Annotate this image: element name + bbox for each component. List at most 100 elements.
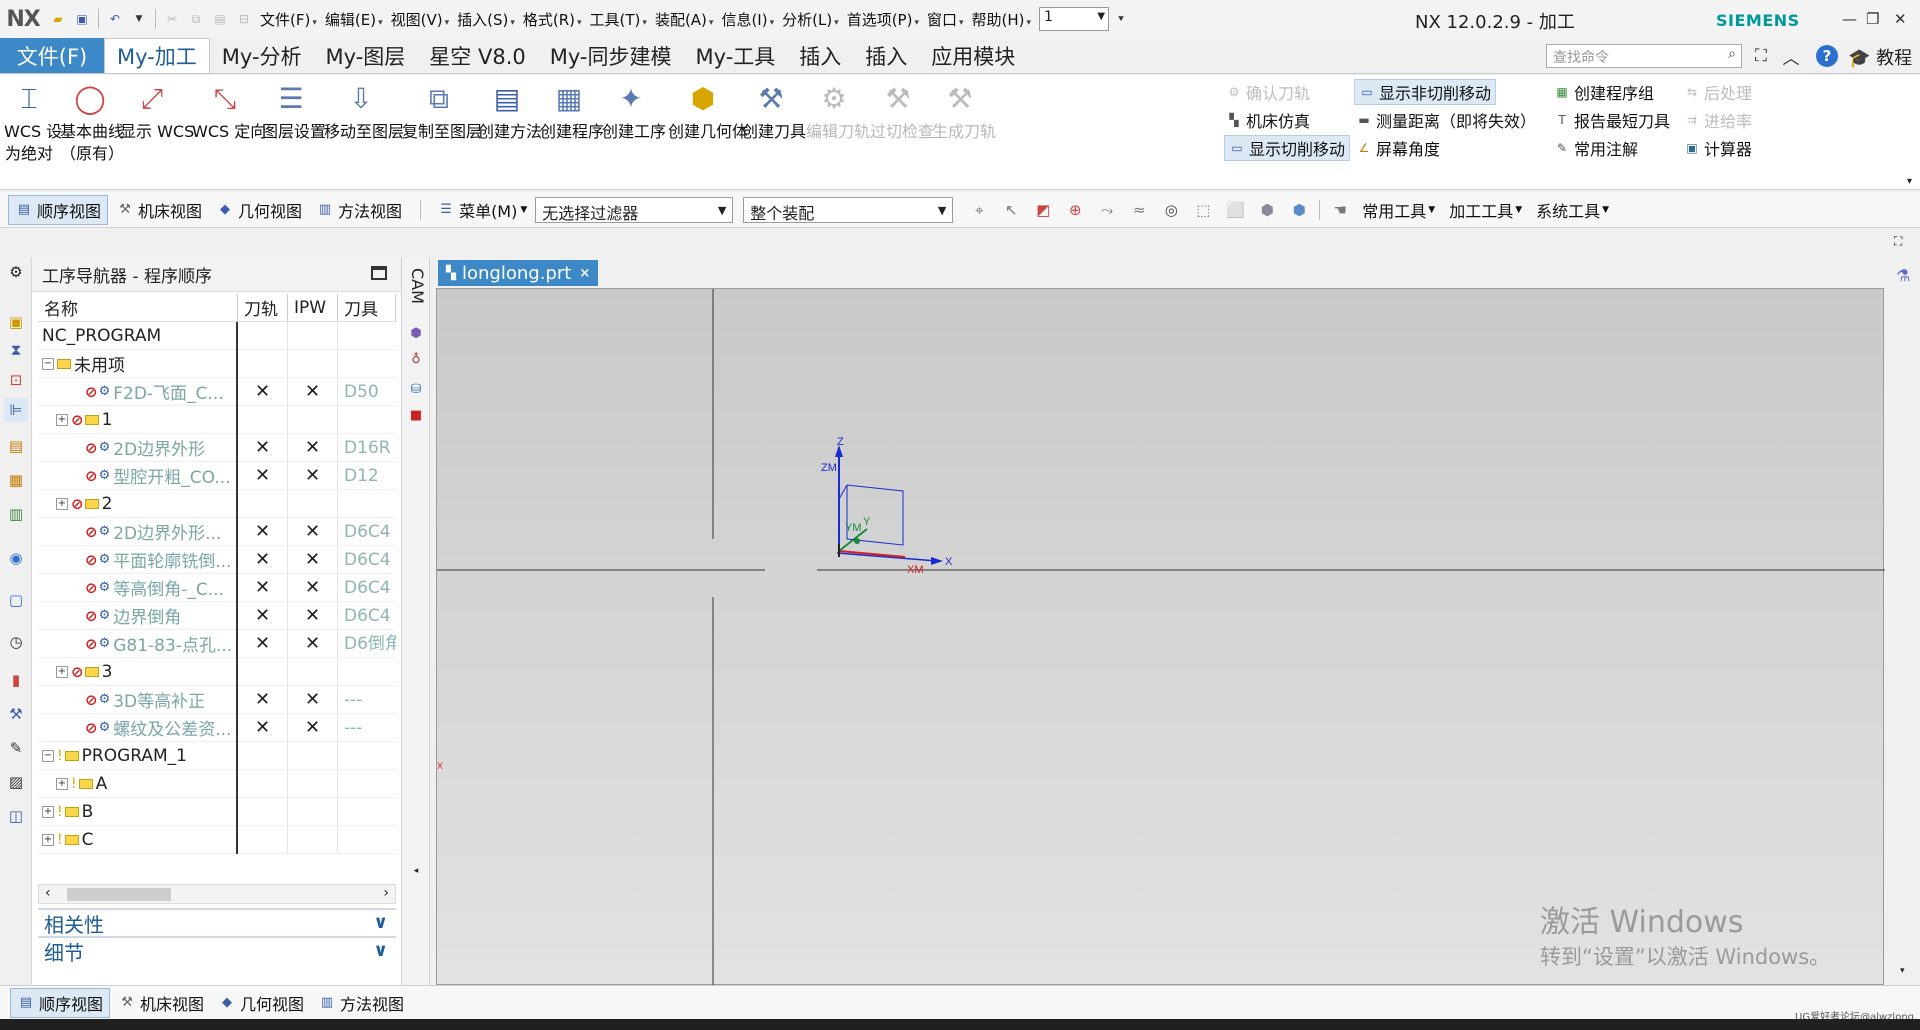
collapse-left-icon[interactable]: ◂	[407, 862, 425, 880]
cam-tool-icon[interactable]: ♁	[407, 350, 425, 368]
circle-icon[interactable]: ◎	[1160, 199, 1182, 221]
feature-select-icon[interactable]: ◩	[1032, 199, 1054, 221]
collapse-icon[interactable]: −	[42, 749, 54, 762]
ribbon-tab-7[interactable]: 插入	[787, 38, 853, 73]
ribbon-tab-9[interactable]: 应用模块	[919, 38, 1027, 73]
ribbon-button-0[interactable]: ⌶ WCS 设为绝对	[4, 79, 62, 165]
solid-icon[interactable]: ⬢	[1256, 199, 1278, 221]
system-tools-menu[interactable]: 系统工具 ▼	[1530, 196, 1615, 224]
tree-row[interactable]: ⊘ ⚙ 等高倒角-_C... ✕ ✕ D6C4	[38, 573, 396, 602]
method-view-button[interactable]: ▥ 方法视图	[310, 196, 408, 224]
command-search-input[interactable]: 查找命令 ⌕	[1546, 44, 1742, 68]
column-header-tool[interactable]: 刀具	[338, 294, 396, 321]
ribbon-button-6[interactable]: ⧉ 复制至图层	[402, 79, 482, 143]
curve-icon[interactable]: ⤳	[1096, 199, 1118, 221]
tree-row[interactable]: + ⊘ 2	[38, 489, 396, 518]
close-tab-icon[interactable]: ×	[579, 266, 590, 281]
expand-down-icon[interactable]: ▾	[1900, 966, 1905, 976]
tree-row[interactable]: NC_PROGRAM	[38, 321, 396, 350]
horizontal-scrollbar[interactable]: ‹ ›	[38, 884, 396, 904]
constraint-navigator-icon[interactable]: ⊡	[4, 368, 28, 392]
wave-icon[interactable]: ≈	[1128, 199, 1150, 221]
cam-method-icon[interactable]: ⛁	[407, 380, 425, 398]
expand-icon[interactable]: +	[56, 413, 68, 426]
collapse-icon[interactable]: −	[42, 357, 54, 370]
tree-row[interactable]: ⊘ ⚙ 边界倒角 ✕ ✕ D6C4	[38, 601, 396, 630]
ribbon-tab-2[interactable]: My-分析	[210, 38, 314, 73]
settings-icon[interactable]: ⚙	[4, 260, 28, 284]
column-header-toolpath[interactable]: 刀轨	[238, 294, 288, 321]
ribbon-button-12[interactable]: ⚙ 编辑刀轨	[806, 79, 870, 143]
ribbon-button-10[interactable]: ⬢ 创建几何体	[668, 79, 748, 143]
scroll-thumb[interactable]	[67, 888, 171, 901]
measure-distance-button[interactable]: ▬ 测量距离（即将失效）	[1356, 107, 1536, 133]
tree-row[interactable]: +! A	[38, 769, 396, 798]
minimize-icon[interactable]: —	[1842, 10, 1857, 28]
menu-button[interactable]: ☰ 菜单(M) ▼	[431, 196, 533, 224]
tree-row[interactable]: +! C	[38, 825, 396, 854]
machining-tools-menu[interactable]: 加工工具 ▼	[1443, 196, 1528, 224]
roles-icon[interactable]: ✎	[4, 736, 28, 760]
machine-simulation-button[interactable]: ▚ 机床仿真	[1226, 107, 1310, 133]
menu-1[interactable]: 编辑(E) ▾	[321, 9, 387, 30]
collapse-ribbon-icon[interactable]: ︿	[1780, 45, 1802, 69]
undo-dropdown-icon[interactable]: ▼	[130, 10, 148, 28]
relevance-section[interactable]: 相关性 ∨	[38, 908, 396, 937]
machining-feature-icon[interactable]: ▦	[4, 468, 28, 492]
menu-0[interactable]: 文件(F) ▾	[256, 9, 321, 30]
menu-4[interactable]: 格式(R) ▾	[519, 9, 586, 30]
post-process-button[interactable]: ⇆ 后处理	[1684, 79, 1752, 105]
details-section[interactable]: 细节 ∨	[38, 936, 396, 965]
save-icon[interactable]: ▣	[73, 10, 91, 28]
tree-row[interactable]: + ⊘ 1	[38, 405, 396, 434]
tree-row[interactable]: +! B	[38, 797, 396, 826]
selection-filter-select[interactable]: 无选择过滤器 ▼	[535, 196, 734, 223]
tree-row[interactable]: ⊘ ⚙ 2D边界外形 ✕ ✕ D16R	[38, 433, 396, 462]
tree-row[interactable]: + ⊘ 3	[38, 657, 396, 686]
search-icon[interactable]: ⌕	[1728, 46, 1736, 62]
ribbon-button-14[interactable]: ⚒ 生成刀轨	[932, 79, 996, 143]
cam-geometry-icon[interactable]: ⬢	[407, 324, 425, 342]
ribbon-button-7[interactable]: ▤ 创建方法	[478, 79, 542, 143]
clock-icon[interactable]: ◷	[4, 630, 28, 654]
common-tools-menu[interactable]: 常用工具 ▼	[1356, 196, 1441, 224]
ribbon-button-5[interactable]: ⇩ 移动至图层	[324, 79, 404, 143]
window-select[interactable]: 1 ▼	[1039, 7, 1110, 31]
show-noncut-moves-button[interactable]: ▭ 显示非切削移动	[1354, 79, 1497, 105]
scroll-right-icon[interactable]: ›	[383, 885, 389, 901]
ribbon-tab-0[interactable]: 文件(F)	[0, 38, 104, 73]
layer-icon[interactable]: ◫	[4, 804, 28, 828]
calculator-button[interactable]: ▣ 计算器	[1684, 135, 1752, 161]
ribbon-tab-1[interactable]: My-加工	[104, 38, 210, 73]
machine-coordinate-system[interactable]: Z ZM Y YM X XM	[821, 436, 953, 576]
palette-icon[interactable]: ▮	[4, 668, 28, 692]
point-icon[interactable]: ⊕	[1064, 199, 1086, 221]
ribbon-button-4[interactable]: ☰ 图层设置	[262, 79, 326, 143]
expand-icon[interactable]: +	[42, 805, 54, 818]
bottom-machine-view-button[interactable]: ⚒ 机床视图	[112, 989, 210, 1017]
geometry-view-button[interactable]: ◆ 几何视图	[210, 196, 308, 224]
verify-toolpath-button[interactable]: ⚙ 确认刀轨	[1226, 79, 1310, 105]
screen-angle-button[interactable]: ∠ 屏幕角度	[1356, 135, 1440, 161]
cube-snap-icon[interactable]: ⬚	[1192, 199, 1214, 221]
reuse-library-icon[interactable]: ▥	[4, 502, 28, 526]
ribbon-button-2[interactable]: ⤢ 显示 WCS	[120, 79, 194, 143]
tree-row[interactable]: ⊘ ⚙ F2D-飞面_C... ✕ ✕ D50	[38, 377, 396, 406]
snap-icon[interactable]: ⌖	[968, 199, 990, 221]
assembly-navigator-icon[interactable]: ⧗	[4, 338, 28, 362]
tutorial-button[interactable]: 🎓 教程	[1848, 44, 1912, 70]
menu-11[interactable]: 帮助(H) ▾	[968, 9, 1036, 30]
menu-10[interactable]: 窗口 ▾	[923, 9, 968, 30]
part-navigator-icon[interactable]: ▣	[4, 310, 28, 334]
ribbon-button-11[interactable]: ⚒ 创建刀具	[742, 79, 806, 143]
report-shortest-tool-button[interactable]: T 报告最短刀具	[1554, 107, 1670, 133]
file-tab-longlong[interactable]: ▚ longlong.prt ×	[438, 260, 599, 286]
ribbon-button-1[interactable]: ◯ 基本曲线 （原有）	[60, 79, 124, 165]
ribbon-tab-5[interactable]: My-同步建模	[538, 38, 684, 73]
process-studio-icon[interactable]: ⚒	[4, 702, 28, 726]
ribbon-button-9[interactable]: ✦ 创建工序	[602, 79, 666, 143]
fullscreen-icon[interactable]: ⛶	[1750, 45, 1772, 67]
restore-icon[interactable]: ❐	[1866, 10, 1879, 28]
program-order-view-button[interactable]: ▤ 顺序视图	[8, 194, 109, 225]
shaded-solid-icon[interactable]: ⬢	[1288, 199, 1310, 221]
